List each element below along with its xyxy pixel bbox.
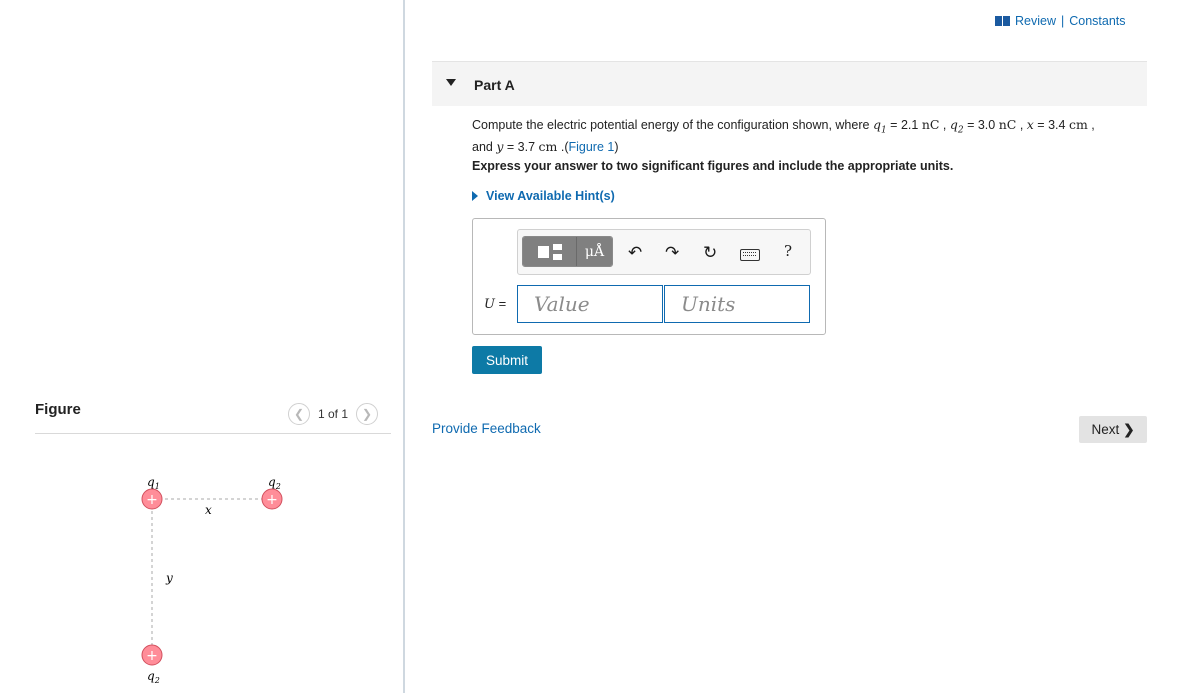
q1-symbol: q1 <box>872 117 887 136</box>
book-icon <box>995 16 1010 26</box>
next-button[interactable]: Next ❯ <box>1079 416 1147 443</box>
figure-divider <box>35 433 391 434</box>
caret-down-icon <box>446 79 456 86</box>
figure-link[interactable]: Figure 1 <box>568 140 614 154</box>
answer-box: μÅ ↶ ↷ ↻ ? U = <box>472 218 826 335</box>
x-unit: cm <box>1068 117 1088 132</box>
templates-button[interactable] <box>523 237 577 266</box>
x-symbol: x <box>1026 117 1034 132</box>
hints-label[interactable]: View Available Hint(s) <box>486 189 615 203</box>
review-link[interactable]: Review <box>1015 14 1056 28</box>
pager-count: 1 of 1 <box>318 407 349 421</box>
caret-right-icon <box>472 191 478 201</box>
constants-link[interactable]: Constants <box>1069 14 1125 28</box>
value-input[interactable] <box>517 285 663 323</box>
template-button-group: μÅ <box>522 236 613 267</box>
units-input[interactable] <box>664 285 810 323</box>
figure-pager: ❮ 1 of 1 ❯ <box>288 403 379 425</box>
y-value: = 3.7 <box>503 139 539 154</box>
and-text: and <box>472 139 497 154</box>
review-constants-link[interactable]: Review | Constants <box>995 14 1126 28</box>
prev-figure-button[interactable]: ❮ <box>288 403 310 425</box>
label-q2-top: q2 <box>268 475 281 491</box>
svg-text:+: + <box>146 492 158 508</box>
submit-button[interactable]: Submit <box>472 346 542 374</box>
q2-unit: nC <box>998 117 1017 132</box>
help-button[interactable]: ? <box>784 242 792 260</box>
units-symbols-button[interactable]: μÅ <box>577 237 612 266</box>
figure-title: Figure <box>35 401 81 418</box>
part-title: Part A <box>474 77 515 93</box>
provide-feedback-link[interactable]: Provide Feedback <box>432 421 541 436</box>
fraction-icon <box>552 243 562 260</box>
question-intro: Compute the electric potential energy of… <box>472 118 870 132</box>
chevron-right-icon: ❯ <box>1123 421 1135 437</box>
part-a-header[interactable]: Part A <box>432 61 1147 106</box>
q2-symbol: q2 <box>949 117 964 136</box>
question-text: Compute the electric potential energy of… <box>472 117 1095 154</box>
charge-q2-bottom: + <box>141 644 163 666</box>
undo-icon[interactable]: ↶ <box>628 243 642 263</box>
math-toolbar: μÅ ↶ ↷ ↻ ? <box>517 229 811 275</box>
charge-q1-top: + <box>141 488 163 510</box>
keyboard-icon[interactable] <box>740 249 760 261</box>
figure-panel: Figure ❮ 1 of 1 ❯ q1 q2 x y q2 + + + <box>0 0 405 693</box>
charge-q2-top: + <box>261 488 283 510</box>
q2-value: = 3.0 <box>963 118 999 132</box>
y-unit: cm <box>538 138 558 154</box>
label-q2-bottom: q2 <box>147 669 160 685</box>
template-icon <box>537 245 549 258</box>
svg-text:+: + <box>266 492 278 508</box>
instruction-text: Express your answer to two significant f… <box>472 159 954 173</box>
label-y: y <box>165 571 173 585</box>
label-x: x <box>205 503 212 517</box>
q1-unit: nC <box>921 117 940 132</box>
x-value: = 3.4 <box>1033 118 1069 132</box>
chevron-right-icon: ❯ <box>362 407 373 421</box>
view-hints-toggle[interactable]: View Available Hint(s) <box>472 189 615 203</box>
q1-value: = 2.1 <box>886 118 922 132</box>
answer-variable-label: U = <box>484 296 507 312</box>
redo-icon[interactable]: ↷ <box>665 243 679 263</box>
chevron-left-icon: ❮ <box>293 407 305 421</box>
next-label: Next <box>1091 422 1120 437</box>
next-figure-button[interactable]: ❯ <box>356 403 379 425</box>
svg-text:+: + <box>146 648 158 664</box>
link-separator: | <box>1061 14 1065 28</box>
charge-configuration-diagram: q1 q2 x y q2 + + + <box>141 475 283 685</box>
reset-icon[interactable]: ↻ <box>703 243 717 263</box>
